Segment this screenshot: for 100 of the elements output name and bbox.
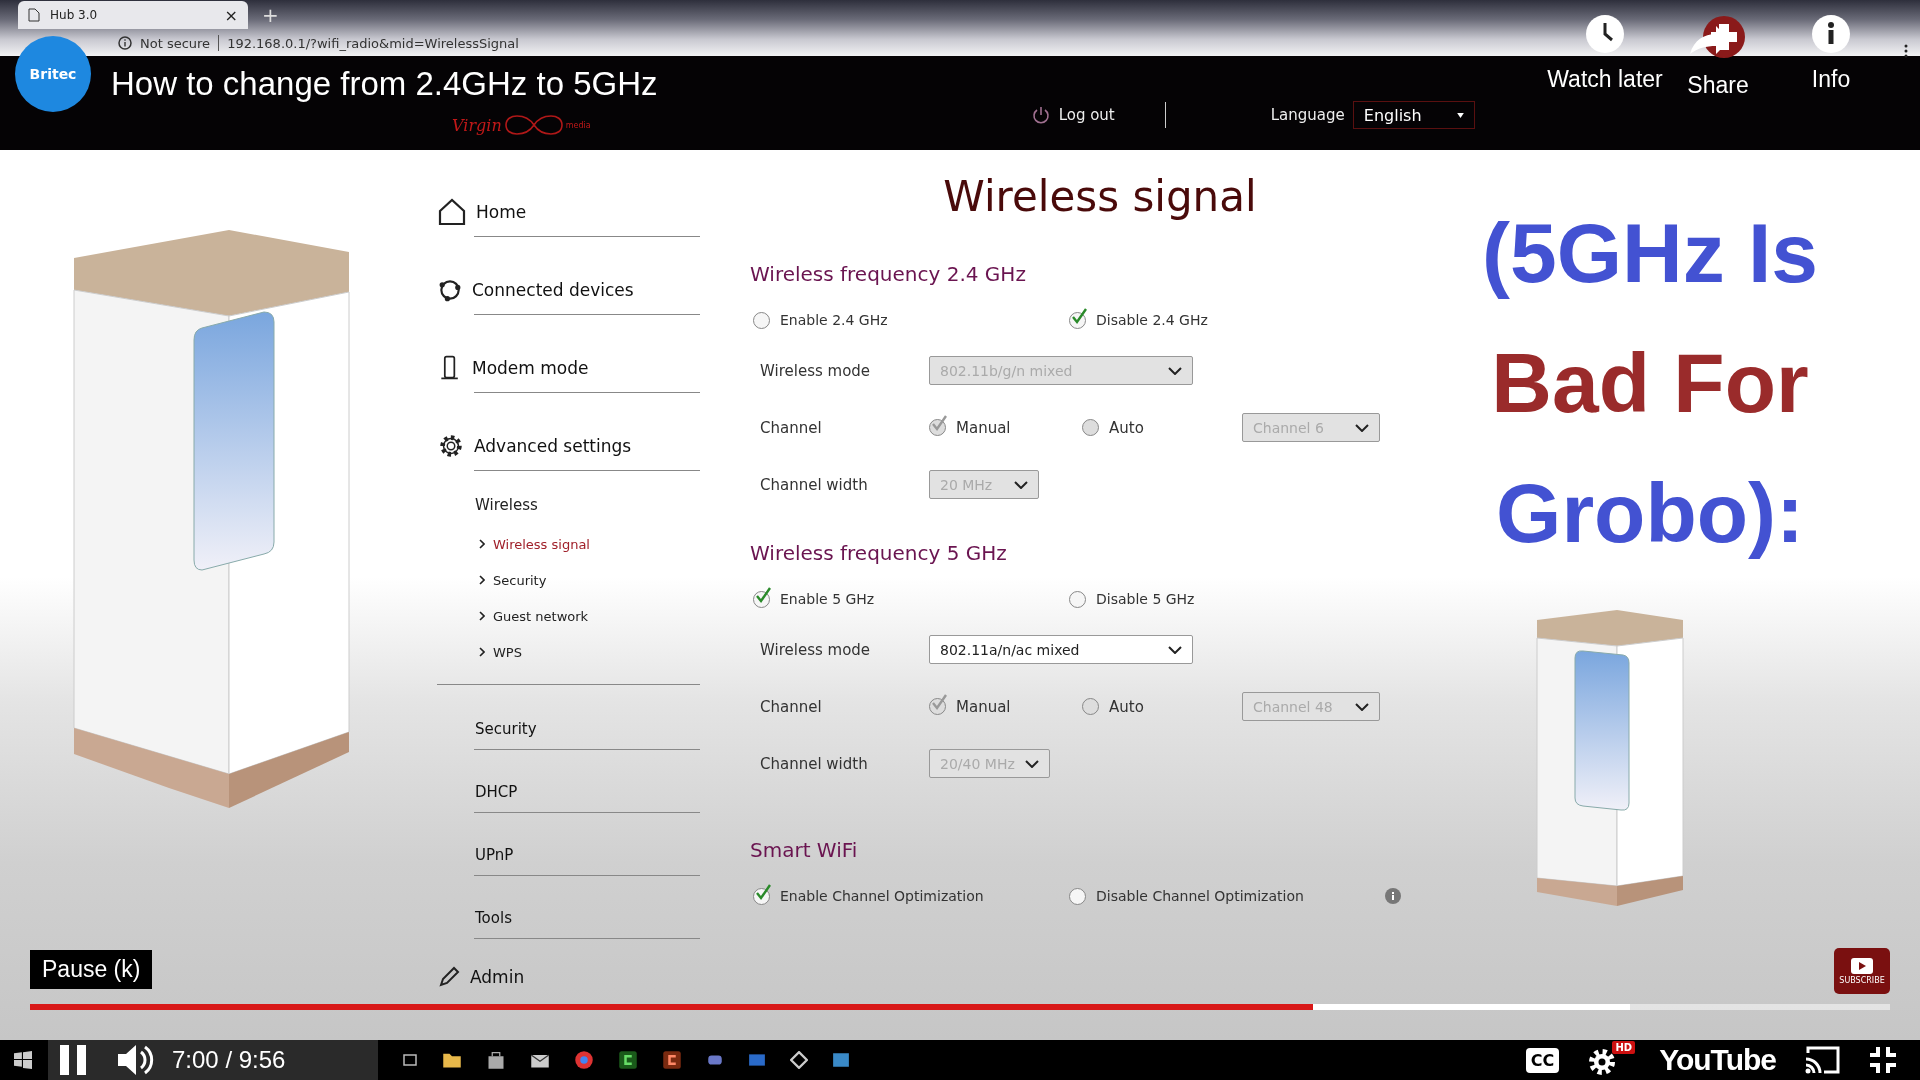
nav-item[interactable]: UPnP [437, 835, 700, 876]
info-icon[interactable] [1385, 888, 1401, 904]
new-tab-button[interactable]: + [262, 3, 279, 27]
field-label: Channel width [760, 754, 869, 773]
field-label: Channel width [760, 475, 869, 494]
overlay-caption: Grobo): [1496, 465, 1804, 562]
task-view-icon[interactable] [402, 1052, 418, 1068]
chevron-down-icon [1355, 423, 1369, 432]
nav-label: Advanced settings [474, 436, 632, 456]
devices-icon [437, 277, 463, 303]
radio-option[interactable]: Disable Channel Optimization [1069, 887, 1385, 905]
subnav-link[interactable]: Wireless signal [475, 526, 700, 562]
nav-item[interactable]: Modem mode [437, 344, 700, 393]
clock-icon [1585, 14, 1625, 54]
radio-button[interactable] [753, 887, 770, 905]
chevron-down-icon [1014, 480, 1028, 489]
browser-icon[interactable] [574, 1050, 594, 1070]
nav-group-heading[interactable]: Wireless [475, 496, 700, 526]
chevron-down-icon [1355, 702, 1369, 711]
page-title: Wireless signal [942, 171, 1258, 223]
search-field[interactable] [48, 1040, 378, 1080]
diamond-icon[interactable] [790, 1051, 808, 1069]
overlay-caption: (5GHz Is [1481, 205, 1819, 302]
radio-button[interactable] [1069, 311, 1086, 329]
exit-fullscreen-icon[interactable] [1868, 1045, 1898, 1075]
info-icon [1811, 14, 1851, 54]
subnav-link[interactable]: Guest network [475, 598, 700, 634]
section-heading: Wireless frequency 5 GHz [750, 541, 1008, 567]
radio-button[interactable] [753, 311, 770, 329]
video-title[interactable]: How to change from 2.4GHz to 5GHz [111, 65, 658, 103]
video-action-button[interactable]: Info [1766, 14, 1896, 93]
radio-option[interactable]: Enable 2.4 GHz [753, 311, 1069, 329]
nav-item[interactable]: Advanced settings [437, 422, 700, 471]
more-icon[interactable] [1904, 44, 1908, 58]
chevron-down-icon [1024, 759, 1039, 768]
radio-button[interactable] [753, 590, 770, 608]
close-tab-button[interactable]: × [224, 5, 238, 25]
share-icon [1688, 14, 1748, 60]
time-display: 7:00 / 9:56 [172, 1046, 286, 1074]
field-label: Channel [760, 418, 823, 437]
settings-icon [437, 432, 465, 460]
radio-button[interactable] [1069, 887, 1086, 905]
language-select[interactable]: English [1352, 101, 1475, 129]
nav-label: Home [476, 202, 527, 222]
pause-icon[interactable] [58, 1043, 88, 1077]
section-heading: Wireless frequency 2.4 GHz [750, 262, 1027, 288]
nav-item[interactable]: DHCP [437, 772, 700, 813]
gear-icon [1587, 1047, 1618, 1077]
chevron-icon [479, 539, 485, 549]
window-icon[interactable] [832, 1051, 850, 1069]
radio-option[interactable]: Enable 5 GHz [753, 590, 1069, 608]
settings-button[interactable]: HD [1587, 1043, 1632, 1077]
field-label: Wireless mode [760, 640, 872, 659]
field-label: Wireless mode [760, 361, 872, 380]
nav-label: Admin [470, 967, 525, 987]
overlay-caption: Bad For [1491, 335, 1809, 432]
radio-option[interactable]: Disable 5 GHz [1069, 590, 1385, 608]
chevron-icon [479, 647, 485, 657]
nav-item[interactable]: Admin [437, 961, 700, 993]
nav-item[interactable]: Security [437, 709, 700, 750]
video-action-button[interactable]: Watch later [1540, 14, 1670, 93]
url-field[interactable]: 192.168.0.1/?wifi_radio&mid=WirelessSignal [227, 35, 519, 51]
language-label: Language [1270, 106, 1345, 124]
app-icon[interactable] [662, 1050, 682, 1070]
windows-icon[interactable] [14, 1051, 32, 1069]
nav-item[interactable]: Home [437, 188, 700, 237]
radio-button[interactable] [1069, 590, 1086, 608]
field-label: Channel [760, 697, 823, 716]
power-icon [1030, 105, 1051, 125]
youtube-logo[interactable]: YouTube [1659, 1043, 1776, 1077]
caret-icon [1456, 112, 1464, 118]
nav-label: Connected devices [472, 280, 634, 300]
mode-select[interactable]: 802.11a/n/ac mixed [929, 635, 1193, 664]
logout-link[interactable]: Log out [1030, 105, 1115, 125]
app-icon[interactable] [618, 1050, 638, 1070]
tooltip: Pause (k) [30, 950, 153, 989]
info-icon[interactable] [118, 36, 132, 50]
logo-drawing: Virgin media [452, 114, 591, 137]
video-action-button[interactable]: Share [1676, 14, 1760, 99]
chevron-icon [479, 575, 485, 585]
security-label: Not secure [140, 35, 211, 51]
subscribe-button[interactable]: SUBSCRIBE [1834, 948, 1890, 994]
cast-icon[interactable] [1804, 1045, 1840, 1075]
nav-item[interactable]: Tools [437, 898, 700, 939]
pencil-icon [437, 965, 461, 989]
section-heading: Smart WiFi [750, 838, 859, 864]
play-icon [1851, 957, 1873, 974]
page-icon [28, 8, 40, 22]
browser-tab[interactable]: Hub 3.0 × [18, 1, 248, 29]
bag-icon[interactable] [486, 1050, 506, 1070]
subnav-link[interactable]: Security [475, 562, 700, 598]
nav-item[interactable]: Connected devices [437, 266, 700, 315]
chevron-down-icon [1168, 366, 1182, 375]
subnav-link[interactable]: WPS [475, 634, 700, 670]
volume-icon[interactable] [116, 1042, 156, 1078]
tab-title: Hub 3.0 [50, 8, 99, 22]
radio-option[interactable]: Disable 2.4 GHz [1069, 311, 1385, 329]
chevron-down-icon [1168, 645, 1182, 654]
nav-label: Modem mode [472, 358, 589, 378]
radio-option[interactable]: Enable Channel Optimization [753, 887, 1069, 905]
